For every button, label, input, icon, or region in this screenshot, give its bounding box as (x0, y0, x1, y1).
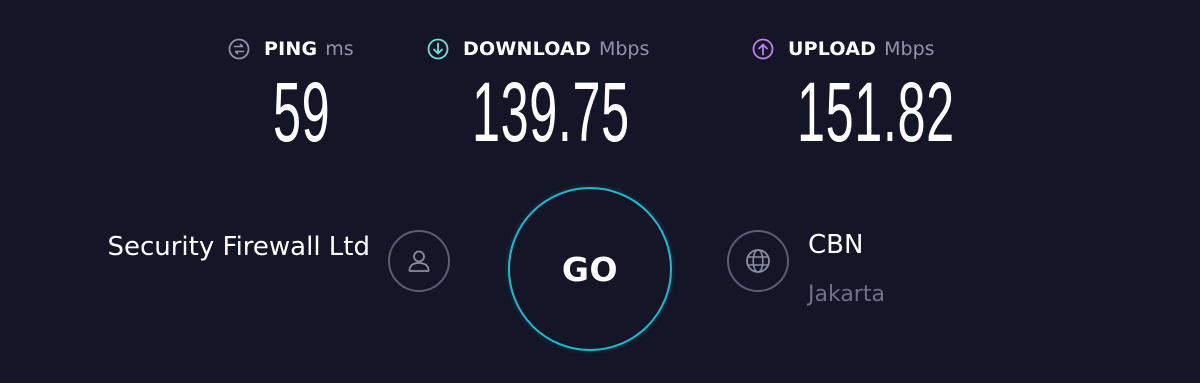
isp-name: Security Firewall Ltd (107, 232, 370, 262)
ping-unit: ms (325, 38, 354, 60)
globe-icon[interactable] (727, 230, 789, 292)
go-button[interactable]: GO (508, 187, 672, 351)
user-icon[interactable] (388, 230, 450, 292)
ping-icon (228, 38, 250, 60)
ping-label: PING (264, 38, 318, 60)
upload-unit: Mbps (884, 38, 935, 60)
download-header: DOWNLOAD Mbps (427, 34, 649, 64)
server-name[interactable]: CBN (808, 230, 863, 260)
upload-arrow-icon (752, 38, 774, 60)
ping-value: 59 (273, 65, 331, 159)
download-label: DOWNLOAD (463, 38, 591, 60)
upload-value: 151.82 (797, 65, 955, 159)
download-arrow-icon (427, 38, 449, 60)
download-unit: Mbps (598, 38, 650, 60)
download-value: 139.75 (472, 65, 630, 159)
upload-label: UPLOAD (788, 38, 877, 60)
go-button-label: GO (561, 249, 619, 289)
server-location: Jakarta (808, 282, 885, 307)
ping-header: PING ms (228, 34, 354, 64)
upload-header: UPLOAD Mbps (752, 34, 935, 64)
